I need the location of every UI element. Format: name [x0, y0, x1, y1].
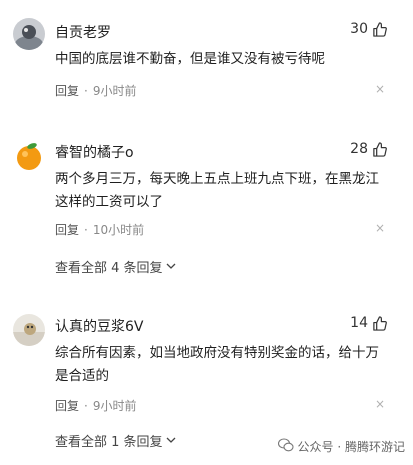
watermark-text: 公众号 · 腾腾环游记	[297, 440, 405, 454]
avatar[interactable]	[13, 314, 45, 346]
username[interactable]: 认真的豆浆6V	[55, 316, 143, 336]
like-count: 14	[350, 315, 368, 331]
view-all-replies-button[interactable]: 查看全部 1 条回复	[55, 431, 176, 450]
chevron-down-icon	[166, 259, 176, 274]
comment-meta: 回复 · 9小时前	[55, 397, 136, 414]
comment-text: 综合所有因素，如当地政府没有特别奖金的话，给十万是合适的	[55, 345, 379, 384]
thumbs-up-icon	[372, 21, 387, 37]
username[interactable]: 睿智的橘子o	[55, 142, 134, 162]
reply-button[interactable]: 回复	[55, 221, 79, 238]
close-icon[interactable]: ×	[375, 82, 385, 96]
avatar[interactable]	[13, 18, 45, 50]
reply-button[interactable]: 回复	[55, 397, 79, 414]
comment-text: 中国的底层谁不勤奋，但是谁又没有被亏待呢	[55, 51, 325, 67]
watermark: 公众号 · 腾腾环游记	[277, 438, 405, 455]
wechat-icon	[277, 438, 294, 455]
timestamp: 9小时前	[92, 399, 137, 413]
like-count: 28	[350, 141, 368, 157]
like-button[interactable]: 30	[350, 21, 387, 37]
username[interactable]: 自贡老罗	[55, 22, 111, 42]
like-count: 30	[350, 21, 368, 37]
comment-meta: 回复 · 9小时前	[55, 82, 136, 99]
thumbs-up-icon	[372, 141, 387, 157]
close-icon[interactable]: ×	[375, 397, 385, 411]
comment-meta: 回复 · 10小时前	[55, 221, 144, 238]
close-icon[interactable]: ×	[375, 221, 385, 235]
avatar[interactable]	[13, 140, 45, 172]
comment-text: 两个多月三万，每天晚上五点上班九点下班，在黑龙江这样的工资可以了	[55, 171, 379, 210]
timestamp: 10小时前	[92, 223, 145, 237]
separator: ·	[84, 222, 88, 237]
reply-button[interactable]: 回复	[55, 82, 79, 99]
thumbs-up-icon	[372, 315, 387, 331]
separator: ·	[84, 83, 88, 98]
timestamp: 9小时前	[92, 84, 137, 98]
separator: ·	[84, 398, 88, 413]
view-all-replies-label: 查看全部 4 条回复	[55, 261, 163, 276]
view-all-replies-label: 查看全部 1 条回复	[55, 435, 163, 450]
view-all-replies-button[interactable]: 查看全部 4 条回复	[55, 257, 176, 276]
like-button[interactable]: 28	[350, 141, 387, 157]
like-button[interactable]: 14	[350, 315, 387, 331]
chevron-down-icon	[166, 433, 176, 448]
